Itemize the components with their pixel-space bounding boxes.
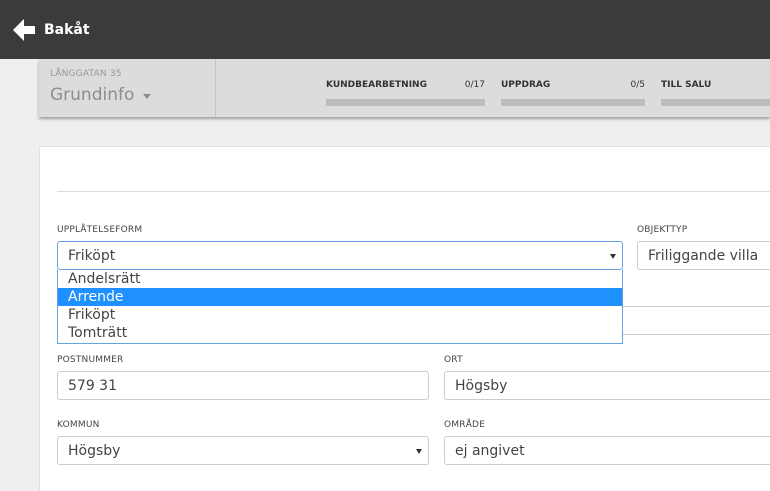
kommun-label: KOMMUN <box>57 420 100 430</box>
progress-kundbearbetning[interactable]: KUNDBEARBETNING 0/17 <box>326 80 485 108</box>
omrade-label: OMRÅDE <box>444 420 486 430</box>
section-label: Grundinfo <box>50 85 135 105</box>
ort-input[interactable]: Högsby <box>444 371 770 400</box>
objekttyp-select[interactable]: Friliggande villa <box>637 241 770 270</box>
section-selector: LÅNGGATAN 35 Grundinfo <box>39 59 216 117</box>
progress-label: TILL SALU <box>661 80 712 90</box>
upplatelseform-dropdown: Andelsrätt Arrende Friköpt Tomträtt <box>57 270 623 344</box>
objekttyp-label: OBJEKTTYP <box>637 225 688 235</box>
objekttyp-value: Friliggande villa <box>648 248 759 264</box>
progress-label: KUNDBEARBETNING <box>326 80 427 90</box>
chevron-down-icon <box>143 93 152 99</box>
progress-count: 0/17 <box>464 80 485 90</box>
chevron-down-icon <box>610 254 616 259</box>
divider <box>57 191 770 192</box>
upplatelseform-value: Friköpt <box>68 248 116 264</box>
ort-label: ORT <box>444 355 463 365</box>
address-label: LÅNGGATAN 35 <box>50 69 122 79</box>
upplatelseform-select[interactable]: Friköpt <box>57 241 623 270</box>
omrade-input[interactable]: ej angivet <box>444 436 770 465</box>
option-frikopt[interactable]: Friköpt <box>58 306 622 324</box>
sub-header: LÅNGGATAN 35 Grundinfo KUNDBEARBETNING 0… <box>39 59 770 117</box>
ort-value: Högsby <box>455 378 508 394</box>
chevron-down-icon <box>416 449 422 454</box>
back-button[interactable]: Bakåt <box>10 16 90 44</box>
progress-bar <box>326 99 485 106</box>
option-andelsratt[interactable]: Andelsrätt <box>58 270 622 288</box>
postnummer-label: POSTNUMMER <box>57 355 124 365</box>
progress-till-salu[interactable]: TILL SALU <box>661 80 770 108</box>
progress-uppdrag[interactable]: UPPDRAG 0/5 <box>501 80 645 108</box>
section-dropdown[interactable]: Grundinfo <box>50 85 152 105</box>
progress-bar <box>501 99 645 106</box>
upplatelseform-label: UPPLÅTELSEFORM <box>57 225 143 235</box>
back-label: Bakåt <box>44 22 90 38</box>
omrade-value: ej angivet <box>455 443 525 459</box>
hidden-field[interactable] <box>623 306 770 335</box>
form-card: UPPLÅTELSEFORM Friköpt OBJEKTTYP Friligg… <box>39 146 770 491</box>
postnummer-input[interactable]: 579 31 <box>57 371 429 400</box>
progress-count: 0/5 <box>630 80 645 90</box>
kommun-select[interactable]: Högsby <box>57 436 429 465</box>
progress-label: UPPDRAG <box>501 80 551 90</box>
option-tomtratt[interactable]: Tomträtt <box>58 324 622 342</box>
progress-bar <box>661 99 770 106</box>
option-arrende[interactable]: Arrende <box>58 288 622 306</box>
postnummer-value: 579 31 <box>68 378 117 394</box>
kommun-value: Högsby <box>68 443 121 459</box>
top-bar: Bakåt <box>0 0 770 59</box>
arrow-left-icon <box>13 19 35 41</box>
